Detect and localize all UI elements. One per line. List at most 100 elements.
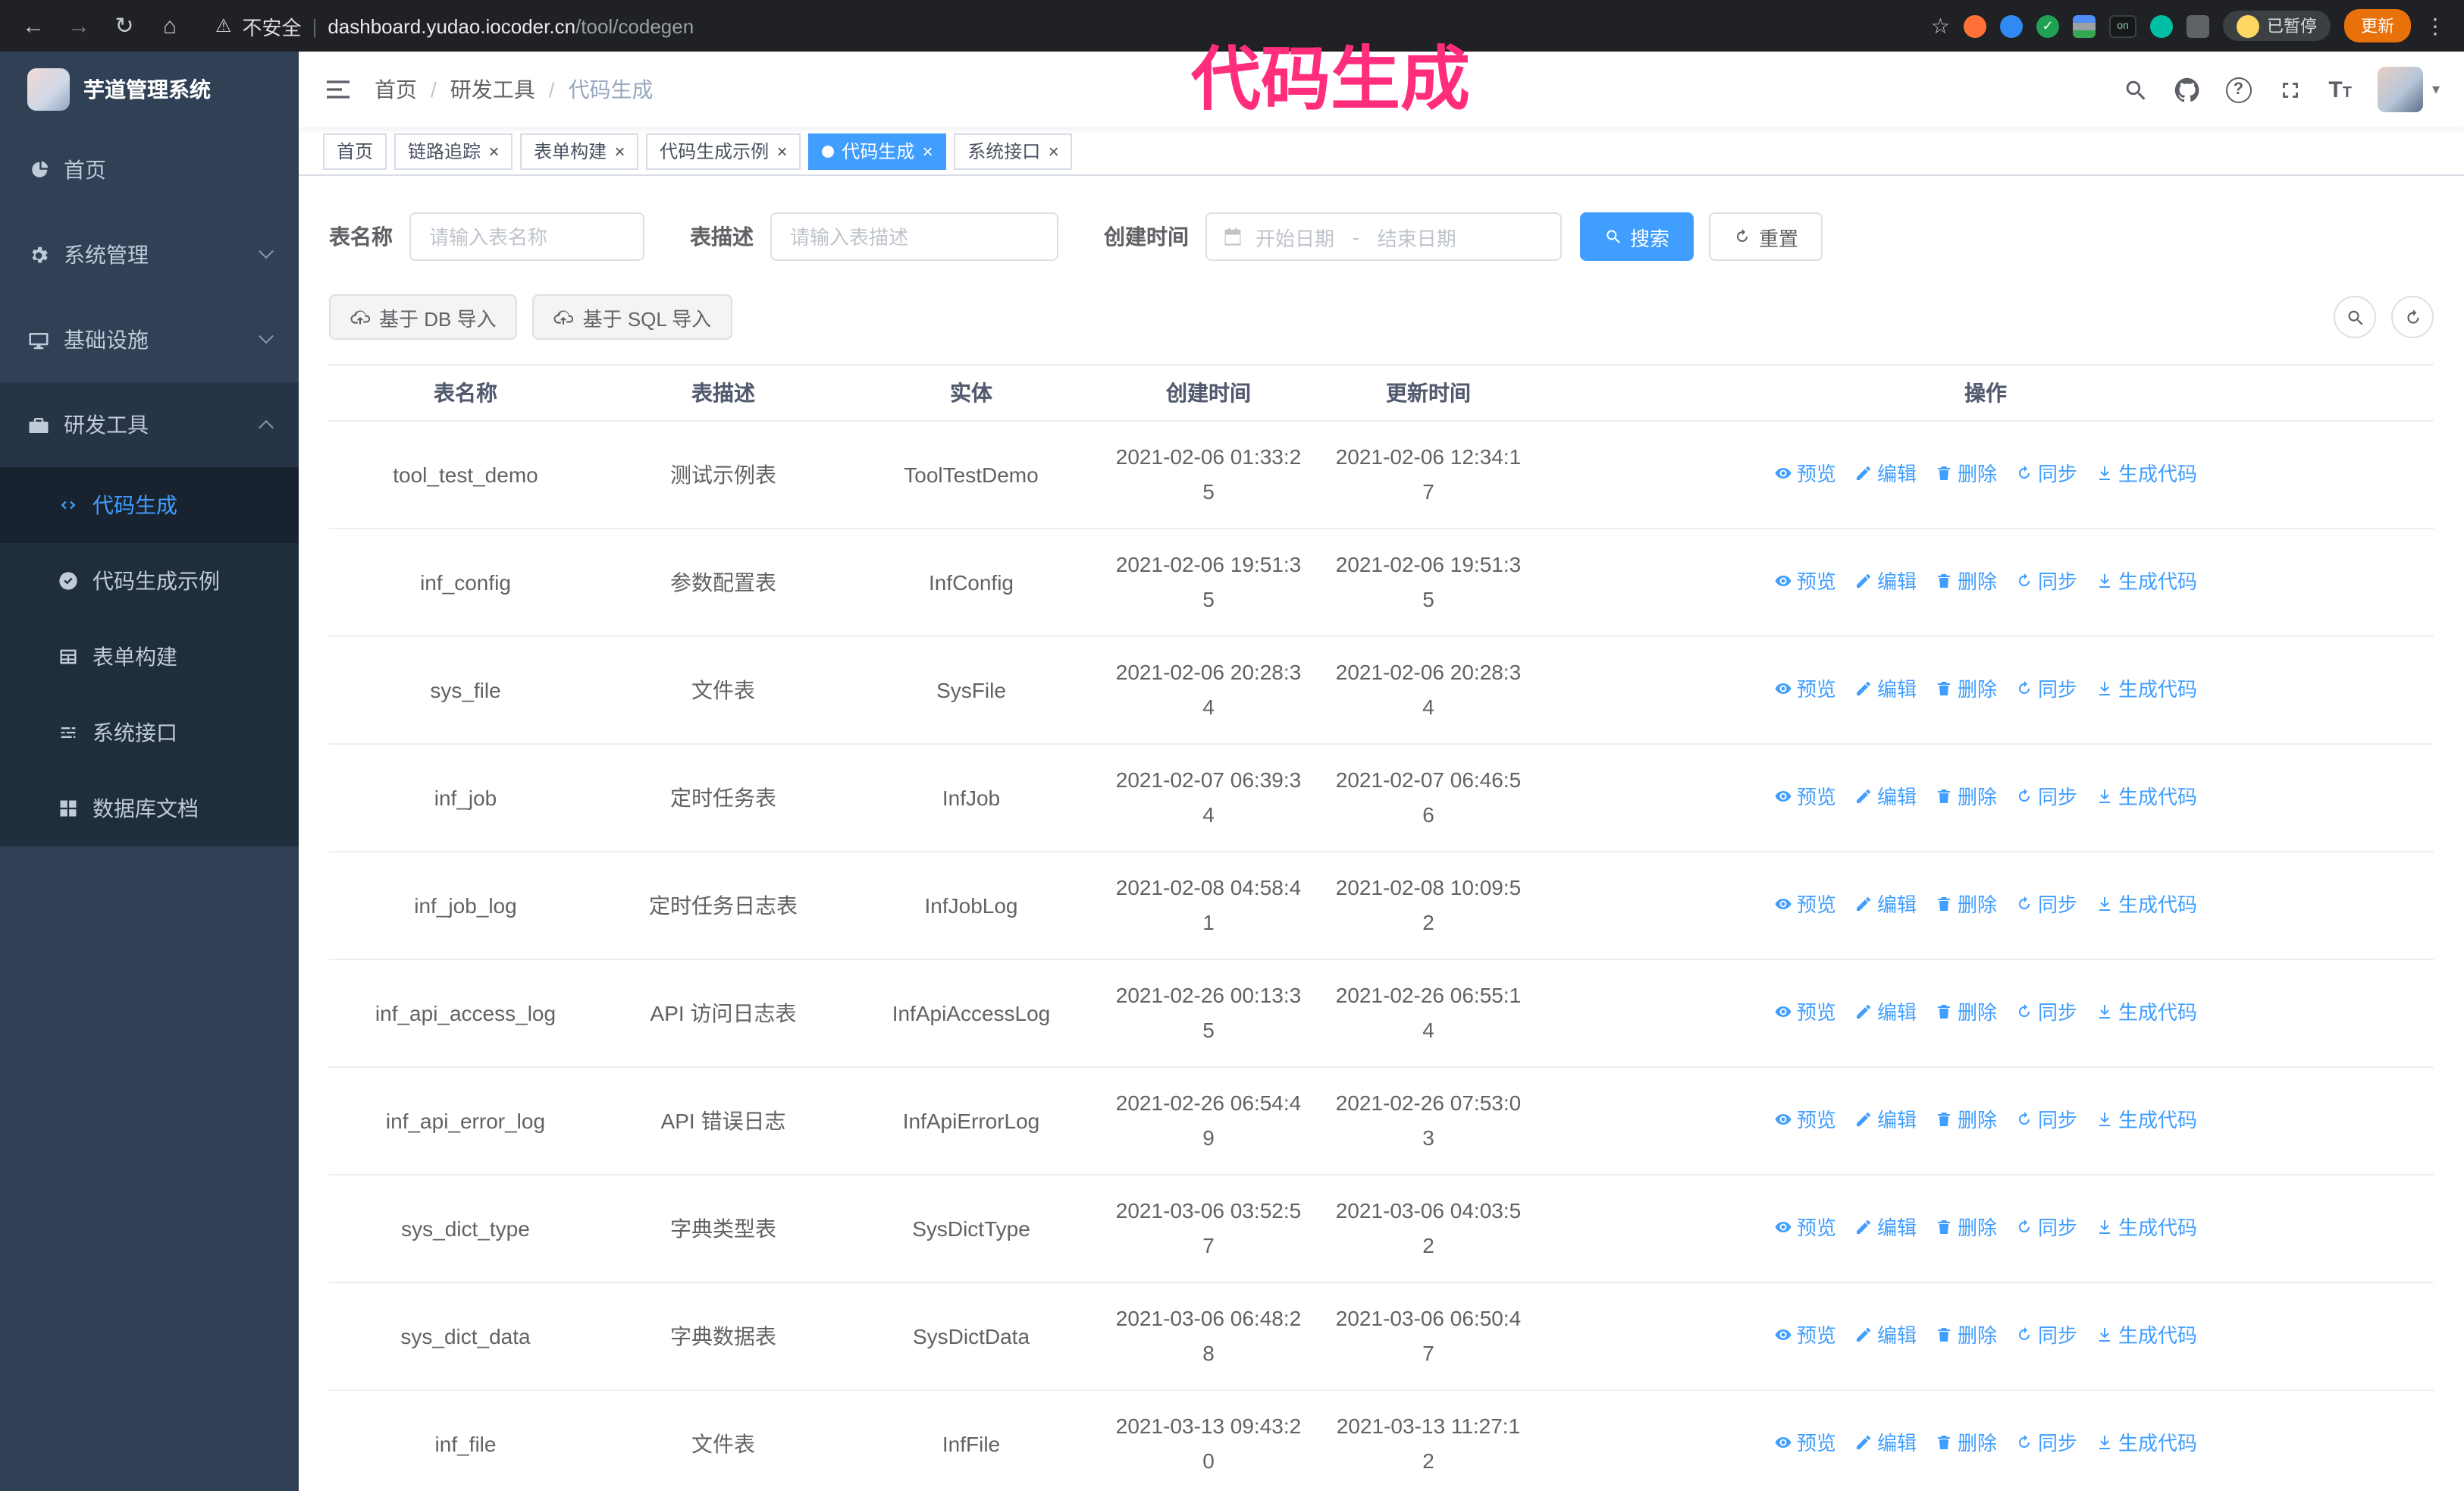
delete-link[interactable]: 删除 bbox=[1935, 564, 1997, 599]
preview-link[interactable]: 预览 bbox=[1774, 1103, 1836, 1138]
preview-link[interactable]: 预览 bbox=[1774, 887, 1836, 922]
show-search-button[interactable] bbox=[2334, 296, 2376, 338]
generate-link[interactable]: 生成代码 bbox=[2096, 780, 2197, 815]
sidebar-item-system-api[interactable]: 系统接口 bbox=[0, 695, 299, 771]
view-tab[interactable]: 系统接口 × bbox=[954, 133, 1073, 169]
delete-link[interactable]: 删除 bbox=[1935, 1210, 1997, 1245]
delete-link[interactable]: 删除 bbox=[1935, 995, 1997, 1030]
edit-link[interactable]: 编辑 bbox=[1854, 780, 1917, 815]
search-icon[interactable] bbox=[2122, 77, 2148, 102]
sidebar-item-form-builder[interactable]: 表单构建 bbox=[0, 619, 299, 695]
preview-link[interactable]: 预览 bbox=[1774, 1210, 1836, 1245]
paused-badge[interactable]: 已暂停 bbox=[2223, 11, 2331, 41]
update-button[interactable]: 更新 bbox=[2344, 9, 2411, 42]
generate-link[interactable]: 生成代码 bbox=[2096, 564, 2197, 599]
sync-link[interactable]: 同步 bbox=[2015, 1426, 2077, 1461]
import-db-button[interactable]: 基于 DB 导入 bbox=[329, 294, 518, 340]
generate-link[interactable]: 生成代码 bbox=[2096, 995, 2197, 1030]
close-tab-icon[interactable]: × bbox=[614, 142, 625, 160]
close-tab-icon[interactable]: × bbox=[776, 142, 787, 160]
table-name-input[interactable] bbox=[409, 212, 644, 261]
extension-icon[interactable] bbox=[2073, 14, 2096, 37]
sidebar-item-system[interactable]: 系统管理 bbox=[0, 212, 299, 297]
delete-link[interactable]: 删除 bbox=[1935, 1426, 1997, 1461]
preview-link[interactable]: 预览 bbox=[1774, 457, 1836, 491]
edit-link[interactable]: 编辑 bbox=[1854, 457, 1917, 491]
search-button[interactable]: 搜索 bbox=[1580, 212, 1694, 261]
date-range-picker[interactable]: 开始日期 - 结束日期 bbox=[1205, 212, 1562, 261]
back-icon[interactable]: ← bbox=[18, 13, 49, 39]
generate-link[interactable]: 生成代码 bbox=[2096, 672, 2197, 707]
edit-link[interactable]: 编辑 bbox=[1854, 887, 1917, 922]
import-sql-button[interactable]: 基于 SQL 导入 bbox=[532, 294, 733, 340]
address-bar[interactable]: ⚠ 不安全 | dashboard.yudao.iocoder.cn/tool/… bbox=[215, 11, 1916, 40]
generate-link[interactable]: 生成代码 bbox=[2096, 457, 2197, 491]
breadcrumb-item[interactable]: 研发工具 bbox=[450, 74, 535, 105]
font-size-icon[interactable]: TT bbox=[2328, 77, 2352, 102]
extension-icon[interactable] bbox=[2187, 14, 2209, 37]
generate-link[interactable]: 生成代码 bbox=[2096, 1103, 2197, 1138]
sidebar-item-home[interactable]: 首页 bbox=[0, 127, 299, 212]
delete-link[interactable]: 删除 bbox=[1935, 672, 1997, 707]
generate-link[interactable]: 生成代码 bbox=[2096, 1210, 2197, 1245]
fullscreen-icon[interactable] bbox=[2277, 77, 2303, 102]
sync-link[interactable]: 同步 bbox=[2015, 887, 2077, 922]
app-logo[interactable]: 芋道管理系统 bbox=[0, 52, 299, 127]
delete-link[interactable]: 删除 bbox=[1935, 887, 1997, 922]
sync-link[interactable]: 同步 bbox=[2015, 564, 2077, 599]
extension-icon[interactable]: on bbox=[2109, 14, 2136, 37]
reload-icon[interactable]: ↻ bbox=[109, 12, 140, 39]
sync-link[interactable]: 同步 bbox=[2015, 995, 2077, 1030]
breadcrumb-item[interactable]: 首页 bbox=[375, 74, 417, 105]
delete-link[interactable]: 删除 bbox=[1935, 1103, 1997, 1138]
home-icon[interactable]: ⌂ bbox=[155, 13, 185, 39]
edit-link[interactable]: 编辑 bbox=[1854, 995, 1917, 1030]
extension-icon[interactable] bbox=[2000, 14, 2023, 37]
table-desc-input[interactable] bbox=[770, 212, 1058, 261]
sync-link[interactable]: 同步 bbox=[2015, 457, 2077, 491]
page-url[interactable]: dashboard.yudao.iocoder.cn/tool/codegen bbox=[328, 14, 694, 37]
extension-icon[interactable] bbox=[2150, 14, 2173, 37]
sidebar-item-codegen-example[interactable]: 代码生成示例 bbox=[0, 543, 299, 619]
view-tab[interactable]: 表单构建 × bbox=[520, 133, 639, 169]
view-tab[interactable]: 首页 bbox=[323, 133, 387, 169]
user-menu[interactable]: ▾ bbox=[2377, 67, 2440, 112]
edit-link[interactable]: 编辑 bbox=[1854, 672, 1917, 707]
extension-icon[interactable]: ✓ bbox=[2036, 14, 2059, 37]
browser-menu-icon[interactable]: ⋮ bbox=[2425, 13, 2446, 39]
delete-link[interactable]: 删除 bbox=[1935, 457, 1997, 491]
preview-link[interactable]: 预览 bbox=[1774, 672, 1836, 707]
bookmark-star-icon[interactable]: ☆ bbox=[1931, 13, 1950, 39]
edit-link[interactable]: 编辑 bbox=[1854, 1318, 1917, 1353]
security-label[interactable]: 不安全 bbox=[243, 11, 302, 40]
reset-button[interactable]: 重置 bbox=[1709, 212, 1823, 261]
refresh-table-button[interactable] bbox=[2391, 296, 2434, 338]
sync-link[interactable]: 同步 bbox=[2015, 1318, 2077, 1353]
preview-link[interactable]: 预览 bbox=[1774, 1426, 1836, 1461]
close-tab-icon[interactable]: × bbox=[922, 142, 933, 160]
edit-link[interactable]: 编辑 bbox=[1854, 1426, 1917, 1461]
generate-link[interactable]: 生成代码 bbox=[2096, 1318, 2197, 1353]
edit-link[interactable]: 编辑 bbox=[1854, 1210, 1917, 1245]
sidebar-item-infra[interactable]: 基础设施 bbox=[0, 297, 299, 382]
forward-icon[interactable]: → bbox=[64, 13, 94, 39]
sync-link[interactable]: 同步 bbox=[2015, 780, 2077, 815]
sync-link[interactable]: 同步 bbox=[2015, 1210, 2077, 1245]
preview-link[interactable]: 预览 bbox=[1774, 1318, 1836, 1353]
sync-link[interactable]: 同步 bbox=[2015, 672, 2077, 707]
close-tab-icon[interactable]: × bbox=[1048, 142, 1058, 160]
delete-link[interactable]: 删除 bbox=[1935, 780, 1997, 815]
generate-link[interactable]: 生成代码 bbox=[2096, 887, 2197, 922]
close-tab-icon[interactable]: × bbox=[488, 142, 499, 160]
sidebar-item-devtools[interactable]: 研发工具 bbox=[0, 382, 299, 467]
preview-link[interactable]: 预览 bbox=[1774, 780, 1836, 815]
extension-icon[interactable] bbox=[1964, 14, 1986, 37]
view-tab[interactable]: 链路追踪 × bbox=[394, 133, 513, 169]
sidebar-item-codegen[interactable]: 代码生成 bbox=[0, 467, 299, 543]
edit-link[interactable]: 编辑 bbox=[1854, 564, 1917, 599]
help-icon[interactable]: ? bbox=[2225, 77, 2252, 102]
hamburger-icon[interactable] bbox=[323, 74, 353, 105]
delete-link[interactable]: 删除 bbox=[1935, 1318, 1997, 1353]
preview-link[interactable]: 预览 bbox=[1774, 564, 1836, 599]
view-tab[interactable]: 代码生成示例 × bbox=[646, 133, 801, 169]
